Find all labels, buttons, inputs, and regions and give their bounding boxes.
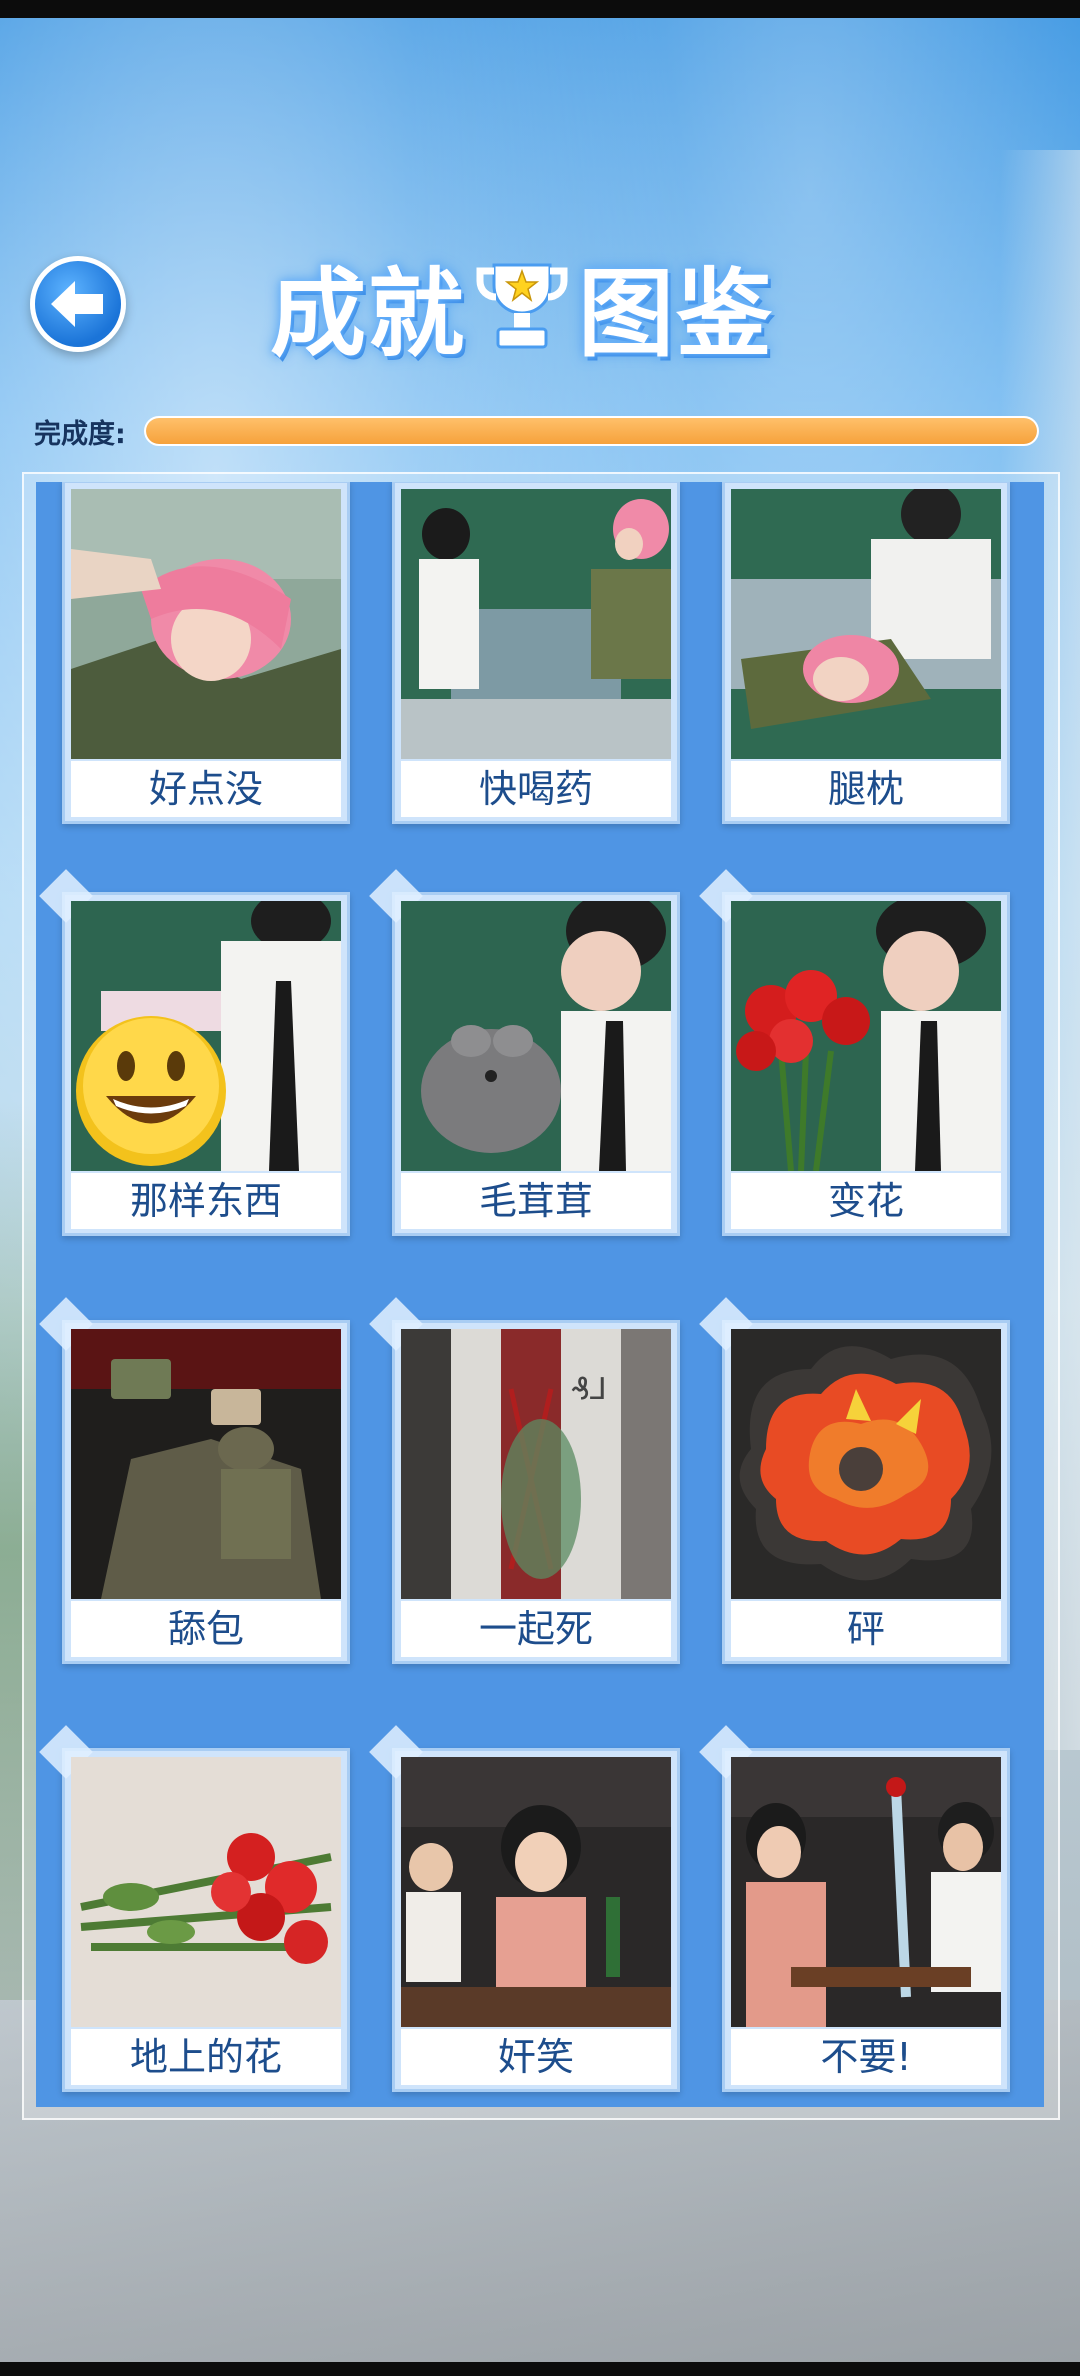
achievement-card[interactable]: 地上的花 (39, 1725, 350, 2092)
achievement-label: 好点没 (71, 761, 341, 817)
achievement-label: 腿枕 (731, 761, 1001, 817)
achievement-label: 砰 (731, 1601, 1001, 1657)
progress-bar (144, 416, 1039, 446)
achievement-card[interactable]: 舔包 (39, 1297, 350, 1664)
achievement-image (71, 1757, 341, 2027)
achievement-label: 不要! (731, 2029, 1001, 2085)
achievement-label: 毛茸茸 (401, 1173, 671, 1229)
achievement-image (71, 489, 341, 759)
title-right: 图鉴 (578, 257, 774, 370)
achievement-image (731, 901, 1001, 1171)
progress-fill (146, 418, 1037, 444)
achievement-card[interactable]: 腿枕 (722, 482, 1010, 824)
achievement-card[interactable]: 快喝药 (392, 482, 680, 824)
achievement-label: 地上的花 (71, 2029, 341, 2085)
achievement-image (401, 1757, 671, 2027)
achievement-card[interactable]: 好点没 (62, 482, 350, 824)
achievement-card[interactable]: 毛茸茸 (369, 869, 680, 1236)
achievement-label: 变花 (731, 1173, 1001, 1229)
back-arrow-icon (51, 281, 103, 327)
achievement-label: 那样东西 (71, 1173, 341, 1229)
navigation-bar (0, 2362, 1080, 2376)
trophy-icon (476, 263, 568, 349)
title-left: 成就 (270, 257, 466, 370)
achievement-label: 快喝药 (401, 761, 671, 817)
achievement-image (731, 489, 1001, 759)
page-title: 成就 图鉴 (270, 245, 774, 370)
achievement-card[interactable]: 那样东西 (39, 869, 350, 1236)
svg-text:₰⅃: ₰⅃ (571, 1372, 607, 1407)
achievement-image (731, 1329, 1001, 1599)
progress-label: 完成度: (34, 419, 126, 450)
achievement-image (71, 901, 341, 1171)
achievement-gallery-screen: 成就 图鉴 完成度: 好点没 快喝药 腿枕 那样东西 毛茸茸 变花 舔包 ₰⅃ … (0, 0, 1080, 2376)
achievement-label: 舔包 (71, 1601, 341, 1657)
achievement-label: 奸笑 (401, 2029, 671, 2085)
achievement-image: ₰⅃ (401, 1329, 671, 1599)
achievement-image (731, 1757, 1001, 2027)
achievement-card[interactable]: ₰⅃ 一起死 (369, 1297, 680, 1664)
achievement-label: 一起死 (401, 1601, 671, 1657)
achievement-grid: 好点没 快喝药 腿枕 那样东西 毛茸茸 变花 舔包 ₰⅃ 一起死 砰 地上的花 … (36, 482, 1044, 2107)
achievement-card[interactable]: 变花 (699, 869, 1010, 1236)
achievement-image (401, 489, 671, 759)
status-bar (0, 0, 1080, 18)
achievement-image (71, 1329, 341, 1599)
achievement-card[interactable]: 不要! (699, 1725, 1010, 2092)
back-button[interactable] (30, 256, 126, 352)
achievement-card[interactable]: 砰 (699, 1297, 1010, 1664)
achievement-card[interactable]: 奸笑 (369, 1725, 680, 2092)
achievement-image (401, 901, 671, 1171)
